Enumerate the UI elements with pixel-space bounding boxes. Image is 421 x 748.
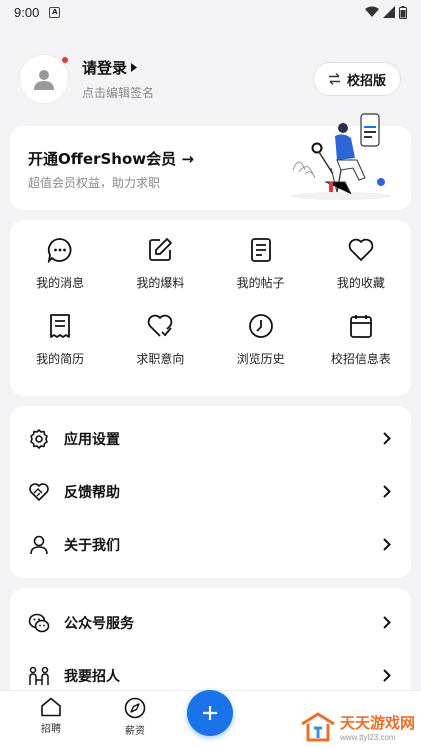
chevron-right-icon — [383, 538, 391, 551]
menu-item-about[interactable]: 关于我们 — [10, 518, 411, 571]
grid-label: 求职意向 — [136, 352, 185, 366]
profile-header: 请登录 点击编辑签名 校招版 — [20, 52, 401, 106]
login-label: 请登录 — [82, 59, 128, 77]
profile-text[interactable]: 请登录 点击编辑签名 — [82, 57, 154, 101]
menu-label: 关于我们 — [64, 537, 120, 554]
grid-label: 我的收藏 — [336, 276, 385, 290]
person-icon — [28, 534, 50, 556]
vip-illustration — [291, 113, 391, 200]
settings-menu: 应用设置 反馈帮助 关于我们 — [10, 406, 411, 578]
grid-item-posts[interactable]: 我的帖子 — [211, 236, 311, 312]
add-post-button[interactable] — [187, 690, 233, 736]
nav-label: 薪资 — [125, 726, 145, 737]
wifi-icon — [365, 6, 379, 17]
chevron-right-icon — [383, 616, 391, 629]
feature-grid: 我的消息 我的爆料 我的帖子 我的收藏 我的简历 求职意向 浏览历史 校招信息表 — [10, 220, 411, 396]
heart-check-icon — [146, 312, 174, 340]
menu-label: 我要招人 — [64, 668, 120, 685]
edit-icon — [146, 236, 174, 264]
heart-icon — [347, 236, 375, 264]
resume-icon — [46, 312, 74, 340]
battery-icon — [399, 5, 407, 19]
chevron-right-icon — [383, 485, 391, 498]
vip-banner[interactable]: 开通OfferShow会员 → 超值会员权益，助力求职 — [10, 113, 411, 210]
recruit-icon — [28, 665, 50, 687]
grid-item-favorites[interactable]: 我的收藏 — [311, 236, 411, 312]
grid-item-messages[interactable]: 我的消息 — [10, 236, 110, 312]
menu-label: 公众号服务 — [64, 615, 134, 632]
vip-title: 开通OfferShow会员 → — [28, 150, 194, 168]
watermark: 天天游戏网 www.ttyl23.com — [300, 712, 415, 742]
watermark-title: 天天游戏网 — [339, 714, 415, 732]
status-bar: 9:00 A — [0, 0, 421, 24]
menu-label: 反馈帮助 — [64, 484, 120, 501]
gear-icon — [28, 428, 50, 450]
campus-button-label: 校招版 — [346, 73, 386, 89]
avatar[interactable] — [20, 55, 68, 103]
menu-item-wechat-service[interactable]: 公众号服务 — [10, 596, 411, 649]
watermark-url: www.ttyl23.com — [339, 733, 396, 742]
grid-item-job-intent[interactable]: 求职意向 — [110, 312, 210, 388]
user-avatar-icon — [34, 70, 54, 90]
grid-label: 我的消息 — [36, 276, 85, 290]
calendar-icon — [347, 312, 375, 340]
notification-icon: A — [49, 6, 61, 18]
switch-icon — [328, 73, 340, 85]
caret-right-icon — [131, 63, 138, 72]
grid-label: 我的简历 — [36, 352, 85, 366]
chevron-right-icon — [383, 669, 391, 682]
grid-label: 校招信息表 — [330, 352, 391, 366]
message-icon — [46, 236, 74, 264]
grid-item-reports[interactable]: 我的爆料 — [110, 236, 210, 312]
chevron-right-icon — [383, 432, 391, 445]
signature-text[interactable]: 点击编辑签名 — [82, 84, 154, 101]
unread-dot — [62, 57, 68, 63]
plus-icon — [203, 706, 217, 720]
nav-salary[interactable]: 薪资 — [110, 697, 160, 737]
grid-label: 浏览历史 — [236, 352, 285, 366]
login-link[interactable]: 请登录 — [82, 57, 154, 78]
grid-label: 我的爆料 — [136, 276, 185, 290]
handshake-icon — [28, 481, 50, 503]
campus-version-button[interactable]: 校招版 — [312, 62, 401, 96]
home-icon — [41, 697, 61, 717]
nav-label: 招聘 — [41, 724, 61, 735]
grid-item-history[interactable]: 浏览历史 — [211, 312, 311, 388]
grid-item-campus-table[interactable]: 校招信息表 — [311, 312, 411, 388]
compass-icon — [124, 697, 146, 719]
menu-item-settings[interactable]: 应用设置 — [10, 412, 411, 465]
clock-icon — [247, 312, 275, 340]
menu-item-feedback[interactable]: 反馈帮助 — [10, 465, 411, 518]
status-time: 9:00 — [14, 4, 40, 20]
signal-icon — [383, 6, 395, 18]
wechat-icon — [28, 612, 50, 634]
status-icons — [365, 5, 407, 19]
document-icon — [247, 236, 275, 264]
grid-label: 我的帖子 — [236, 276, 285, 290]
grid-item-resume[interactable]: 我的简历 — [10, 312, 110, 388]
vip-subtitle: 超值会员权益，助力求职 — [28, 176, 161, 190]
menu-label: 应用设置 — [64, 431, 120, 448]
watermark-logo-icon — [301, 712, 335, 742]
nav-recruit[interactable]: 招聘 — [26, 697, 76, 735]
